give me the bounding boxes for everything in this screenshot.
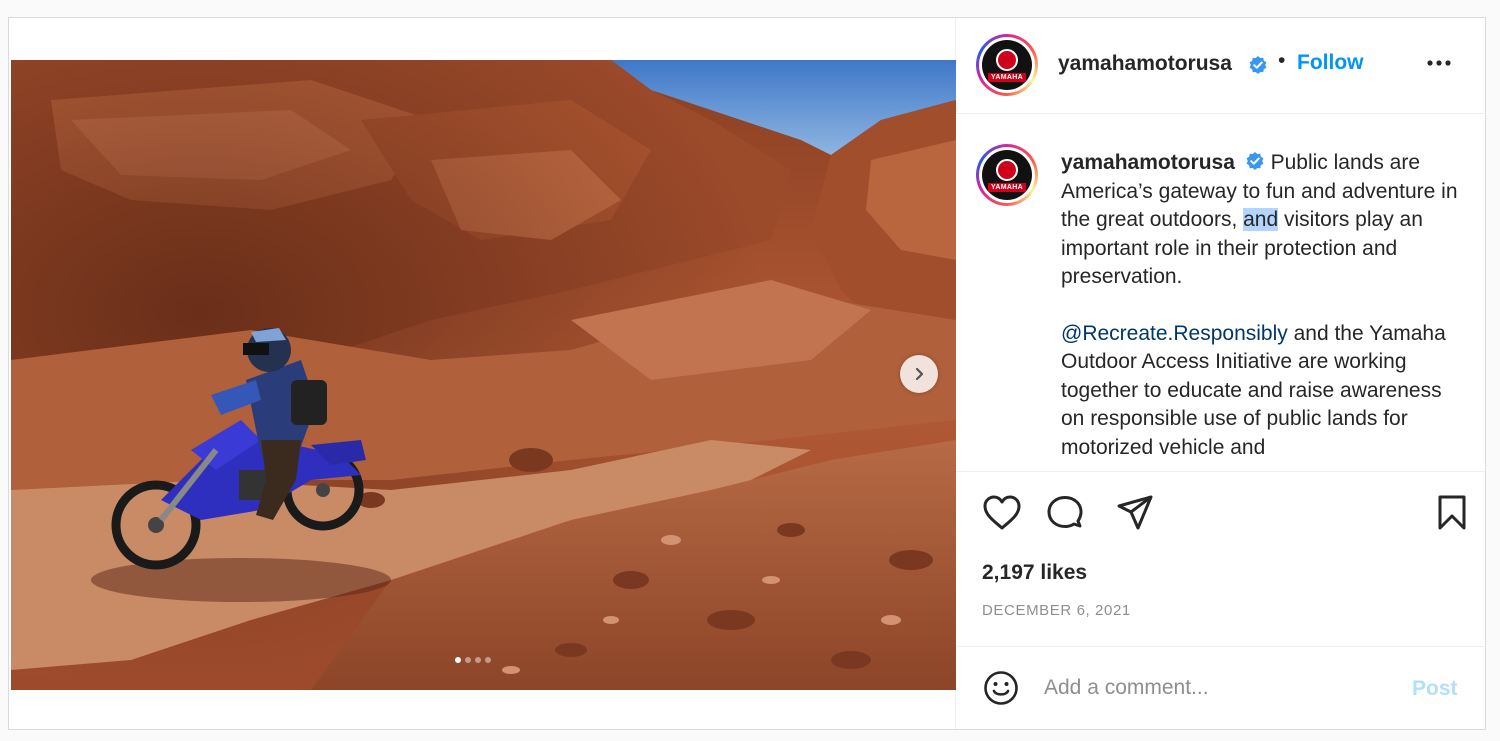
- comment-form: Post: [956, 646, 1485, 729]
- post-caption: yamahamotorusa Public lands are America’…: [1061, 149, 1466, 462]
- caption-section: YAMAHA yamahamotorusa Public lands are A…: [956, 114, 1485, 472]
- more-options-button[interactable]: [1426, 54, 1452, 72]
- verified-badge-icon: [1246, 152, 1264, 171]
- heart-icon: [983, 495, 1021, 530]
- avatar-logo-text: YAMAHA: [988, 72, 1026, 82]
- post-photo[interactable]: [11, 60, 956, 690]
- carousel-dot: [465, 657, 471, 663]
- more-options-icon: [1427, 60, 1451, 66]
- header-separator: •: [1278, 49, 1286, 72]
- chevron-right-icon: [915, 367, 924, 381]
- emoji-icon: [984, 671, 1018, 705]
- carousel-dot: [485, 657, 491, 663]
- follow-button[interactable]: Follow: [1297, 51, 1364, 75]
- carousel-dot: [475, 657, 481, 663]
- bookmark-icon: [1438, 495, 1466, 530]
- verified-badge-icon: [1248, 55, 1268, 80]
- avatar-logo-text: YAMAHA: [988, 182, 1026, 192]
- header-username[interactable]: yamahamotorusa: [1058, 52, 1232, 76]
- post-media: [9, 18, 956, 729]
- yamaha-logo-icon: [996, 48, 1018, 71]
- like-button[interactable]: [982, 494, 1022, 537]
- carousel-next-button[interactable]: [900, 355, 938, 393]
- emoji-button[interactable]: [983, 670, 1019, 711]
- comment-button[interactable]: [1045, 494, 1085, 537]
- avatar[interactable]: YAMAHA: [976, 34, 1038, 96]
- comment-input[interactable]: [1044, 673, 1384, 703]
- yamaha-logo-icon: [996, 158, 1018, 181]
- selected-text: and: [1243, 208, 1279, 231]
- post-date[interactable]: DECEMBER 6, 2021: [982, 602, 1131, 619]
- post-comment-button[interactable]: Post: [1412, 677, 1458, 701]
- carousel-dot-active: [455, 657, 461, 663]
- caption-avatar[interactable]: YAMAHA: [976, 144, 1038, 206]
- likes-count[interactable]: 2,197 likes: [982, 561, 1087, 585]
- share-button[interactable]: [1116, 494, 1154, 537]
- share-icon: [1117, 495, 1153, 530]
- canyon-motorcycle-photo: [11, 60, 956, 690]
- post-actions: [956, 494, 1485, 538]
- caption-username[interactable]: yamahamotorusa: [1061, 151, 1235, 174]
- save-button[interactable]: [1435, 494, 1469, 537]
- post-header: YAMAHA yamahamotorusa • Follow: [956, 18, 1485, 114]
- comment-icon: [1047, 496, 1083, 528]
- instagram-post: YAMAHA yamahamotorusa • Follow YAMAHA ya…: [8, 17, 1486, 730]
- caption-mention-link[interactable]: @Recreate.Responsibly: [1061, 322, 1288, 345]
- post-sidebar: YAMAHA yamahamotorusa • Follow YAMAHA ya…: [956, 18, 1485, 729]
- carousel-indicator: [455, 657, 491, 663]
